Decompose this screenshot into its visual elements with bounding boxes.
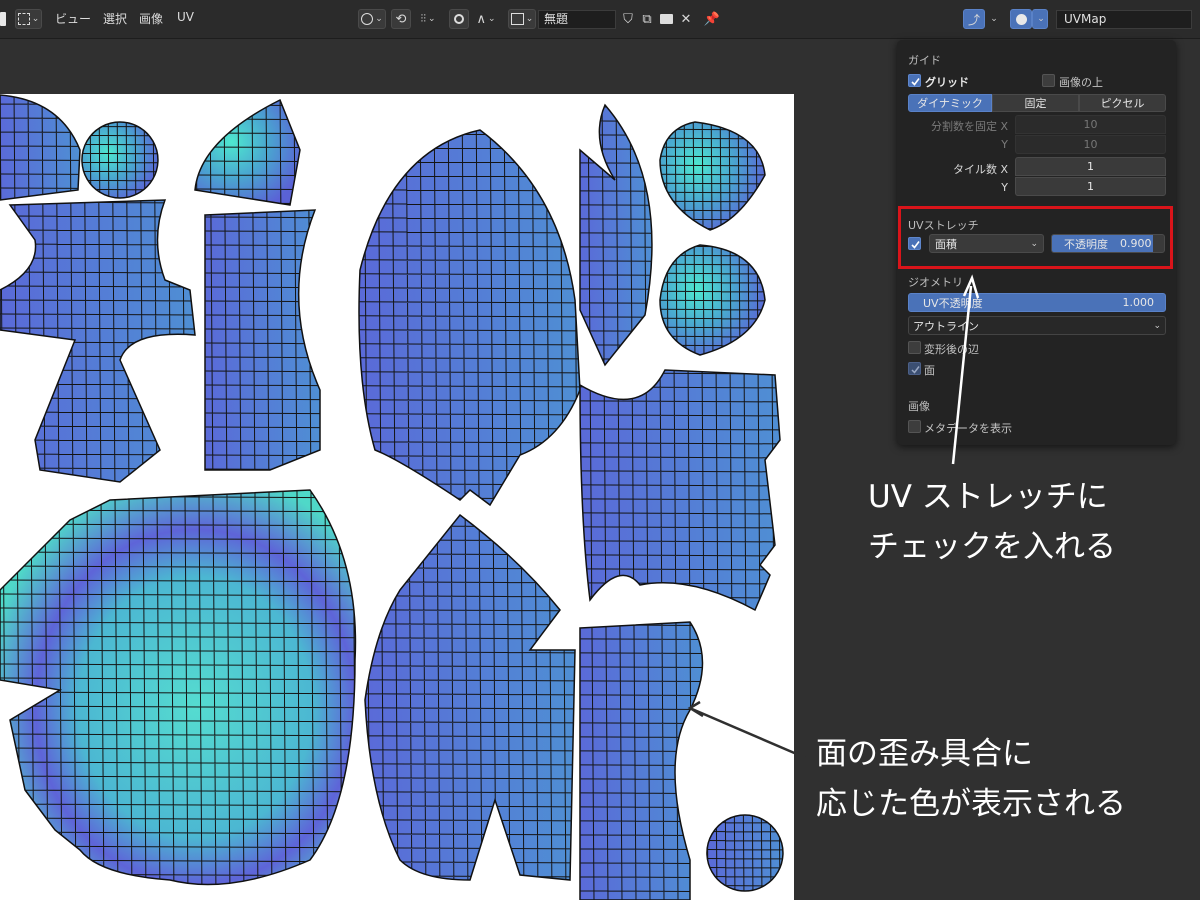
arrow-to-uv-stretch bbox=[951, 285, 973, 465]
annotation-face-distortion: 面の歪み具合に 応じた色が表示される bbox=[816, 729, 1126, 829]
annotation-line: UV ストレッチに bbox=[868, 479, 1108, 515]
annotation-line: チェックを入れる bbox=[868, 529, 1116, 565]
annotation-uv-stretch: UV ストレッチに チェックを入れる bbox=[868, 472, 1116, 572]
arrow-head-icon bbox=[687, 700, 704, 718]
annotation-line: 面の歪み具合に bbox=[816, 736, 1033, 772]
annotation-line: 応じた色が表示される bbox=[816, 786, 1126, 822]
arrow-to-stretched-face bbox=[691, 707, 807, 760]
